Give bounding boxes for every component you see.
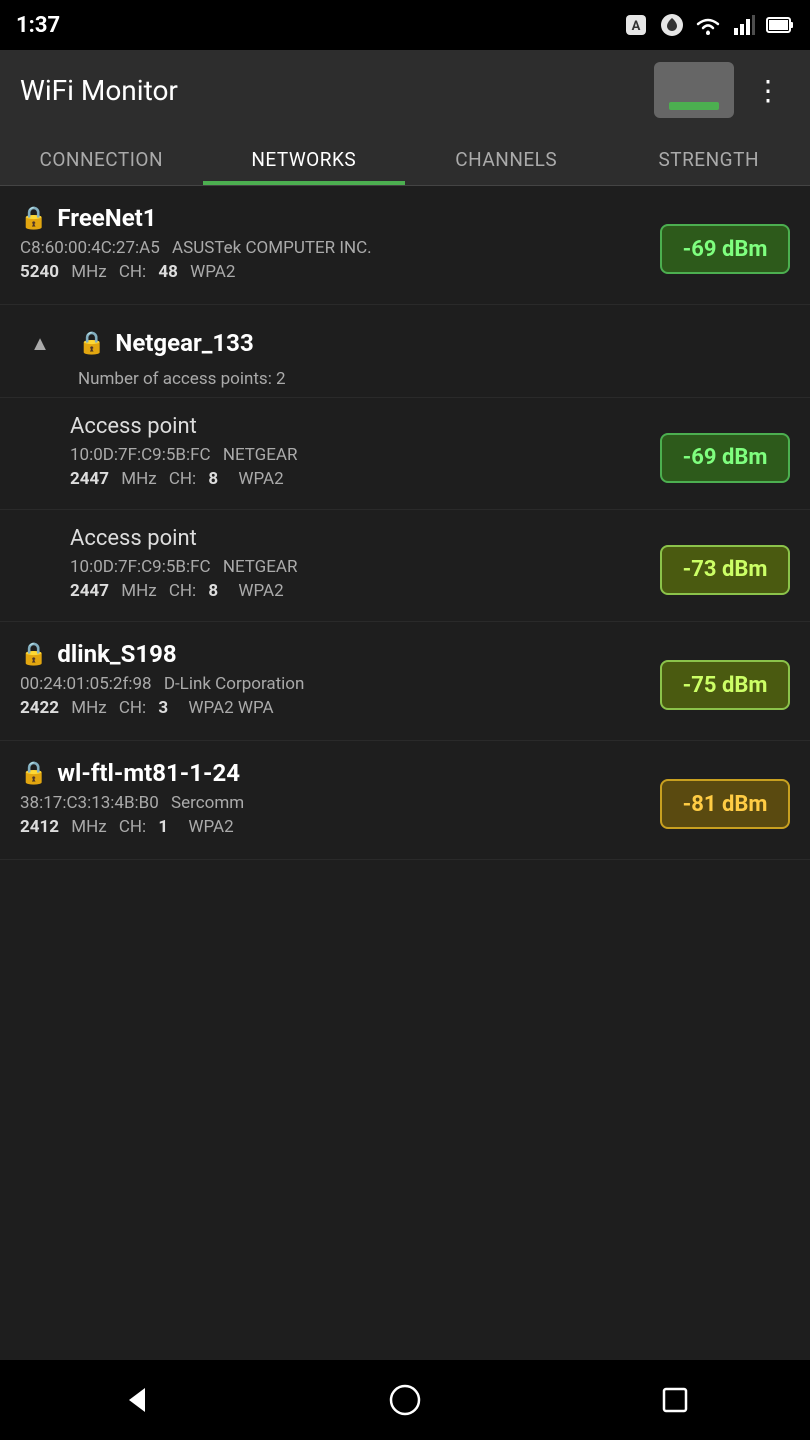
back-button[interactable] [110,1375,160,1425]
screen-button-bar [669,102,719,110]
network-freq-freenet1: 5240 MHz CH: 48 WPA2 [20,262,660,282]
app-bar: WiFi Monitor ⋮ [0,50,810,130]
signal-badge-ap2: -73 dBm [660,545,790,595]
netgear-header: ▲ 🔒 Netgear_133 Number of access points:… [0,305,810,398]
more-menu-button[interactable]: ⋮ [746,66,790,115]
network-info-freenet1: 🔒 FreeNet1 C8:60:00:4C:27:A5 ASUSTek COM… [20,204,660,286]
access-point-freq-2: 2447 MHz CH: 8 WPA2 [70,581,660,601]
lock-icon-dlink: 🔒 [20,642,47,667]
access-point-item-1[interactable]: Access point 10:0D:7F:C9:5B:FC NETGEAR 2… [0,398,810,510]
signal-badge-dlink: -75 dBm [660,660,790,710]
network-name-row-freenet1: 🔒 FreeNet1 [20,204,660,232]
access-point-name-2: Access point [70,526,660,551]
lock-icon-netgear133: 🔒 [78,331,105,356]
lock-icon-freenet1: 🔒 [20,206,47,231]
signal-badge-wlftl: -81 dBm [660,779,790,829]
lock-icon-wlftl: 🔒 [20,761,47,786]
tabs: CONNECTION NETWORKS CHANNELS STRENGTH [0,130,810,186]
network-item-dlink[interactable]: 🔒 dlink_S198 00:24:01:05:2f:98 D-Link Co… [0,622,810,741]
network-mac-dlink: 00:24:01:05:2f:98 D-Link Corporation [20,674,660,694]
access-point-name-1: Access point [70,414,660,439]
tab-connection[interactable]: CONNECTION [0,130,203,185]
signal-badge-ap1: -69 dBm [660,433,790,483]
network-mac-freenet1: C8:60:00:4C:27:A5 ASUSTek COMPUTER INC. [20,238,660,258]
status-time: 1:37 [16,13,60,38]
notification-icon-2 [658,11,686,39]
bottom-nav [0,1360,810,1440]
tab-networks[interactable]: NETWORKS [203,130,406,185]
tab-strength[interactable]: STRENGTH [608,130,810,185]
recent-button[interactable] [650,1375,700,1425]
network-name-dlink: dlink_S198 [57,640,176,668]
wifi-status-icon [694,11,722,39]
battery-status-icon [766,11,794,39]
network-item-netgear133: ▲ 🔒 Netgear_133 Number of access points:… [0,305,810,622]
network-name-wlftl: wl-ftl-mt81-1-24 [57,759,240,787]
access-point-freq-1: 2447 MHz CH: 8 WPA2 [70,469,660,489]
network-name-freenet1: FreeNet1 [57,204,156,232]
network-info-wlftl: 🔒 wl-ftl-mt81-1-24 38:17:C3:13:4B:B0 Ser… [20,759,660,841]
netgear-name-row: ▲ 🔒 Netgear_133 [20,323,790,363]
status-bar: 1:37 A [0,0,810,50]
access-point-info-2: Access point 10:0D:7F:C9:5B:FC NETGEAR 2… [70,526,660,605]
network-freq-dlink: 2422 MHz CH: 3 WPA2 WPA [20,698,660,718]
svg-text:A: A [632,19,641,34]
signal-status-icon [730,11,758,39]
screen-button[interactable] [654,62,734,118]
network-freq-wlftl: 2412 MHz CH: 1 WPA2 [20,817,660,837]
network-mac-wlftl: 38:17:C3:13:4B:B0 Sercomm [20,793,660,813]
network-list: 🔒 FreeNet1 C8:60:00:4C:27:A5 ASUSTek COM… [0,186,810,1360]
network-name-row-dlink: 🔒 dlink_S198 [20,640,660,668]
app-title: WiFi Monitor [20,74,178,107]
network-item-freenet1[interactable]: 🔒 FreeNet1 C8:60:00:4C:27:A5 ASUSTek COM… [0,186,810,305]
access-point-item-2[interactable]: Access point 10:0D:7F:C9:5B:FC NETGEAR 2… [0,510,810,622]
access-point-info-1: Access point 10:0D:7F:C9:5B:FC NETGEAR 2… [70,414,660,493]
status-icons: A [622,11,794,39]
access-points-count: Number of access points: 2 [20,369,790,389]
expand-button-netgear133[interactable]: ▲ [20,323,60,363]
access-point-mac-1: 10:0D:7F:C9:5B:FC NETGEAR [70,445,660,465]
tab-channels[interactable]: CHANNELS [405,130,608,185]
notification-icon-1: A [622,11,650,39]
network-name-row-wlftl: 🔒 wl-ftl-mt81-1-24 [20,759,660,787]
app-bar-actions: ⋮ [654,62,790,118]
network-info-dlink: 🔒 dlink_S198 00:24:01:05:2f:98 D-Link Co… [20,640,660,722]
access-point-mac-2: 10:0D:7F:C9:5B:FC NETGEAR [70,557,660,577]
home-button[interactable] [380,1375,430,1425]
signal-badge-freenet1: -69 dBm [660,224,790,274]
network-item-wlftl[interactable]: 🔒 wl-ftl-mt81-1-24 38:17:C3:13:4B:B0 Ser… [0,741,810,860]
network-name-netgear133: Netgear_133 [115,329,253,357]
